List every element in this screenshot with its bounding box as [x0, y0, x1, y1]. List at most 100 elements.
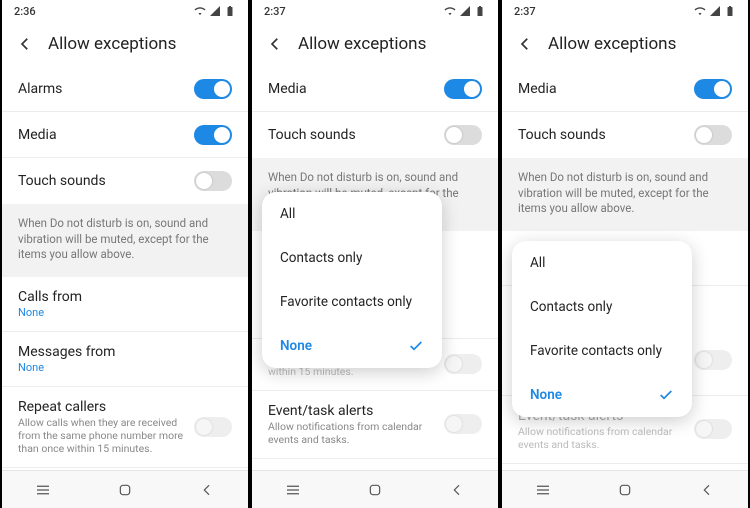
row-touch-sounds[interactable]: Touch sounds: [502, 112, 748, 158]
media-label: Media: [18, 127, 194, 143]
row-calls-from[interactable]: Calls from None: [2, 277, 248, 332]
screen-1: 2:36 Allow exceptions Alarms Media Touch…: [0, 0, 250, 508]
info-text: When Do not disturb is on, sound and vib…: [502, 158, 748, 231]
options-popup: All Contacts only Favorite contacts only…: [262, 192, 442, 368]
battery-icon: [224, 5, 236, 17]
screen-3: 2:37 Allow exceptions Media Touch sounds…: [500, 0, 750, 508]
back-icon[interactable]: [516, 35, 534, 53]
popup-option-favorites[interactable]: Favorite contacts only: [262, 280, 442, 324]
status-time: 2:37: [514, 5, 536, 18]
row-reminders[interactable]: Reminders Allow reminders from apps that…: [502, 464, 748, 470]
content: Alarms Media Touch sounds When Do not di…: [2, 66, 248, 470]
event-sub: Allow notifications from calendar events…: [268, 420, 444, 446]
row-messages-from[interactable]: Messages from None: [2, 332, 248, 387]
opt-fav-label: Favorite contacts only: [280, 294, 412, 310]
toggle-alarms[interactable]: [194, 79, 232, 99]
messages-from-label: Messages from: [18, 344, 232, 360]
opt-contacts-label: Contacts only: [280, 250, 362, 266]
row-media[interactable]: Media: [502, 66, 748, 112]
touch-label: Touch sounds: [518, 127, 694, 143]
popup-option-all[interactable]: All: [262, 192, 442, 236]
wifi-icon: [194, 5, 206, 17]
repeat-label: Repeat callers: [18, 399, 194, 415]
nav-back[interactable]: [697, 480, 717, 500]
row-event-alerts[interactable]: Event/task alerts Allow notifications fr…: [2, 468, 248, 470]
row-alarms[interactable]: Alarms: [2, 66, 248, 112]
page-title: Allow exceptions: [548, 34, 676, 54]
header: Allow exceptions: [252, 22, 498, 66]
toggle-hidden: [694, 350, 732, 370]
event-sub: Allow notifications from calendar events…: [518, 425, 694, 451]
status-bar: 2:37: [502, 0, 748, 22]
popup-option-all[interactable]: All: [512, 241, 692, 285]
popup-option-none[interactable]: None: [512, 373, 692, 417]
navbar: [2, 470, 248, 508]
info-text: When Do not disturb is on, sound and vib…: [2, 204, 248, 277]
toggle-repeat[interactable]: [194, 417, 232, 437]
nav-recent[interactable]: [33, 480, 53, 500]
toggle-touch[interactable]: [694, 125, 732, 145]
content: Media Touch sounds When Do not disturb i…: [252, 66, 498, 470]
opt-fav-label: Favorite contacts only: [530, 343, 662, 359]
row-touch-sounds[interactable]: Touch sounds: [2, 158, 248, 204]
opt-all-label: All: [530, 255, 545, 271]
status-icons: [194, 5, 236, 17]
opt-all-label: All: [280, 206, 295, 222]
header: Allow exceptions: [502, 22, 748, 66]
nav-home[interactable]: [365, 480, 385, 500]
toggle-media[interactable]: [694, 79, 732, 99]
wifi-icon: [694, 5, 706, 17]
back-icon[interactable]: [16, 35, 34, 53]
nav-back[interactable]: [447, 480, 467, 500]
row-event-alerts[interactable]: Event/task alerts Allow notifications fr…: [252, 391, 498, 459]
popup-option-favorites[interactable]: Favorite contacts only: [512, 329, 692, 373]
status-icons: [444, 5, 486, 17]
back-icon[interactable]: [266, 35, 284, 53]
screen-2: 2:37 Allow exceptions Media Touch sounds…: [250, 0, 500, 508]
media-label: Media: [518, 81, 694, 97]
calls-from-value: None: [18, 306, 232, 319]
nav-recent[interactable]: [283, 480, 303, 500]
popup-option-contacts[interactable]: Contacts only: [262, 236, 442, 280]
toggle-media[interactable]: [444, 79, 482, 99]
row-repeat-callers[interactable]: Repeat callers Allow calls when they are…: [2, 387, 248, 468]
signal-icon: [209, 5, 221, 17]
event-label: Event/task alerts: [268, 403, 444, 419]
calls-from-label: Calls from: [18, 289, 232, 305]
wifi-icon: [444, 5, 456, 17]
battery-icon: [474, 5, 486, 17]
toggle-media[interactable]: [194, 125, 232, 145]
popup-option-contacts[interactable]: Contacts only: [512, 285, 692, 329]
toggle-event[interactable]: [444, 414, 482, 434]
options-popup: All Contacts only Favorite contacts only…: [512, 241, 692, 417]
header: Allow exceptions: [2, 22, 248, 66]
repeat-sub: Allow calls when they are received from …: [18, 416, 194, 455]
page-title: Allow exceptions: [298, 34, 426, 54]
signal-icon: [709, 5, 721, 17]
popup-option-none[interactable]: None: [262, 324, 442, 368]
media-label: Media: [268, 81, 444, 97]
toggle-touch[interactable]: [194, 171, 232, 191]
alarms-label: Alarms: [18, 81, 194, 97]
row-reminders[interactable]: Reminders Allow reminders from apps that…: [252, 459, 498, 470]
status-time: 2:36: [14, 5, 36, 18]
page-title: Allow exceptions: [48, 34, 176, 54]
nav-home[interactable]: [615, 480, 635, 500]
nav-back[interactable]: [197, 480, 217, 500]
toggle-repeat[interactable]: [444, 354, 482, 374]
opt-none-label: None: [280, 338, 312, 354]
nav-home[interactable]: [115, 480, 135, 500]
signal-icon: [459, 5, 471, 17]
status-time: 2:37: [264, 5, 286, 18]
row-media[interactable]: Media: [252, 66, 498, 112]
row-media[interactable]: Media: [2, 112, 248, 158]
opt-none-label: None: [530, 387, 562, 403]
row-touch-sounds[interactable]: Touch sounds: [252, 112, 498, 158]
toggle-touch[interactable]: [444, 125, 482, 145]
navbar: [252, 470, 498, 508]
opt-contacts-label: Contacts only: [530, 299, 612, 315]
toggle-event[interactable]: [694, 419, 732, 439]
battery-icon: [724, 5, 736, 17]
nav-recent[interactable]: [533, 480, 553, 500]
touch-label: Touch sounds: [268, 127, 444, 143]
